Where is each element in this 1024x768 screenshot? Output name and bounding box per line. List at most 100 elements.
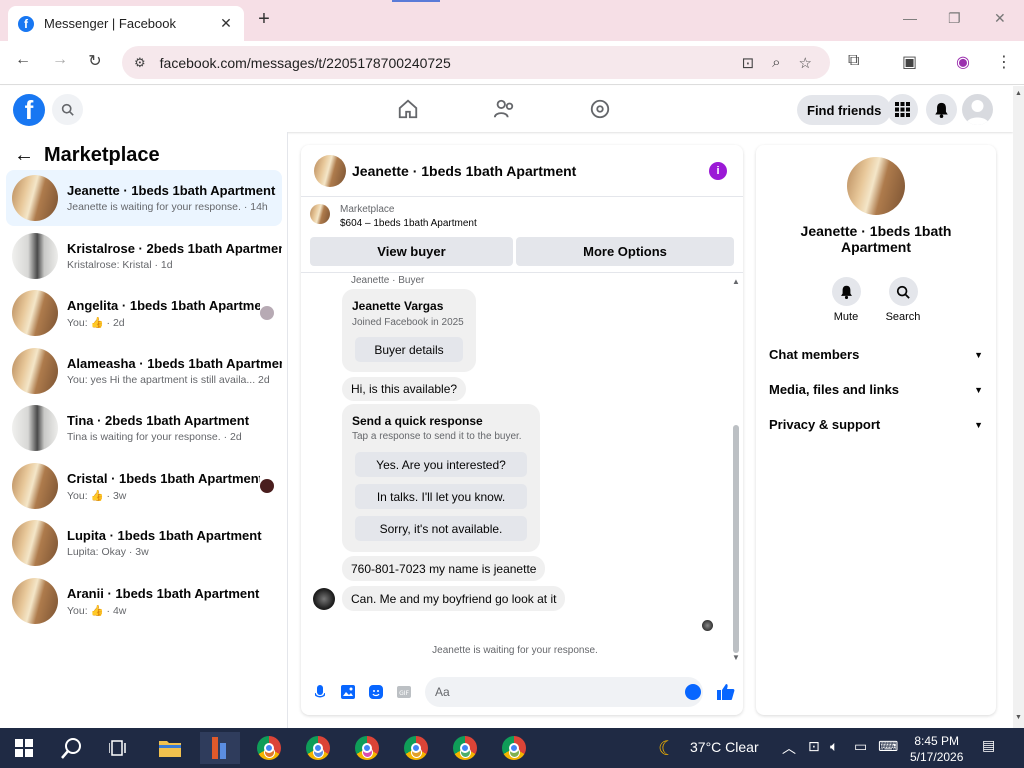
media-files-label: Media, files and links xyxy=(769,382,900,397)
tab-title: Messenger | Facebook xyxy=(44,16,176,31)
forward-icon[interactable]: → xyxy=(50,51,70,69)
site-info-icon[interactable]: ⚙ xyxy=(134,55,146,71)
extensions-icon[interactable]: ⧉ xyxy=(848,52,859,70)
browser-tab[interactable]: f Messenger | Facebook ✕ xyxy=(8,6,244,41)
chat-scrollbar[interactable]: ▲ ▼ xyxy=(732,277,740,662)
chevron-down-icon: ▼ xyxy=(974,419,983,430)
chrome-profile-icon[interactable] xyxy=(249,732,289,764)
chrome-profile-icon[interactable] xyxy=(396,732,436,764)
clock[interactable]: 8:45 PM 5/17/2026 xyxy=(910,733,963,765)
sticker-icon[interactable] xyxy=(367,683,385,701)
scroll-thumb[interactable] xyxy=(733,425,739,653)
minimize-icon[interactable]: — xyxy=(903,10,917,26)
scroll-up-arrow-icon[interactable]: ▲ xyxy=(1015,90,1022,97)
home-icon[interactable] xyxy=(397,98,419,120)
listing-thumbnail xyxy=(12,578,58,624)
weather-text[interactable]: 37°C Clear xyxy=(690,739,759,755)
chrome-profile-icon[interactable] xyxy=(347,732,387,764)
tab-search-icon[interactable]: ▣ xyxy=(902,52,917,72)
chat-title[interactable]: Jeanette · 1beds 1bath Apartment xyxy=(352,163,709,179)
close-tab-icon[interactable]: ✕ xyxy=(218,15,234,32)
back-icon[interactable]: ← xyxy=(13,51,33,69)
new-tab-icon[interactable]: + xyxy=(254,8,274,31)
quick-response-button[interactable]: Sorry, it's not available. xyxy=(355,516,527,541)
conversation-item[interactable]: Cristal · 1beds 1bath Apartment You: 👍 · … xyxy=(6,458,282,514)
quick-response-button[interactable]: Yes. Are you interested? xyxy=(355,452,527,477)
thumbs-up-icon[interactable] xyxy=(717,683,735,701)
quick-response-button[interactable]: In talks. I'll let you know. xyxy=(355,484,527,509)
scroll-up-arrow-icon[interactable]: ▲ xyxy=(732,277,740,286)
network-icon[interactable]: ▭ xyxy=(854,738,867,755)
emoji-icon[interactable] xyxy=(685,684,701,700)
gif-icon[interactable]: GIF xyxy=(395,683,413,701)
menu-grid-icon[interactable] xyxy=(887,94,918,125)
bookmark-star-icon[interactable]: ☆ xyxy=(799,54,812,72)
facebook-logo-icon[interactable]: f xyxy=(13,94,45,126)
gaming-icon[interactable] xyxy=(589,98,611,120)
menu-dots-icon[interactable]: ⋮ xyxy=(996,52,1012,72)
photo-icon[interactable] xyxy=(339,683,357,701)
zoom-icon[interactable]: ⌕ xyxy=(772,54,780,71)
info-icon[interactable]: i xyxy=(709,161,727,180)
url-text: facebook.com/messages/t/2205178700240725 xyxy=(159,54,451,71)
file-explorer-icon[interactable] xyxy=(150,732,190,764)
chat-members-row[interactable]: Chat members ▼ xyxy=(769,347,983,362)
facebook-favicon-icon: f xyxy=(18,15,34,32)
meet-icon[interactable]: ⊡ xyxy=(808,738,820,755)
search-icon[interactable] xyxy=(52,94,83,125)
account-avatar[interactable] xyxy=(962,94,993,125)
mute-action[interactable]: Mute xyxy=(816,277,876,323)
volume-icon[interactable]: 🔈︎ xyxy=(830,738,838,755)
media-files-row[interactable]: Media, files and links ▼ xyxy=(769,382,983,397)
show-hidden-icons-chevron-icon[interactable]: ︿ xyxy=(782,738,796,758)
restore-icon[interactable]: ❐ xyxy=(948,10,961,27)
profile-photo[interactable] xyxy=(847,157,905,215)
view-buyer-button[interactable]: View buyer xyxy=(310,237,513,266)
chrome-profile-icon[interactable] xyxy=(298,732,338,764)
weather-moon-icon[interactable]: ☾ xyxy=(658,736,676,761)
back-arrow-icon[interactable]: ← xyxy=(14,144,34,167)
quick-response-title: Send a quick response xyxy=(352,414,483,428)
privacy-support-row[interactable]: Privacy & support ▼ xyxy=(769,417,983,432)
profile-icon[interactable]: ◉ xyxy=(956,52,970,72)
scroll-down-arrow-icon[interactable]: ▼ xyxy=(1015,714,1022,721)
chevron-down-icon: ▼ xyxy=(974,349,983,360)
task-view-icon[interactable] xyxy=(99,732,139,764)
page-scrollbar[interactable]: ▲ ▼ xyxy=(1013,86,1024,728)
start-icon[interactable] xyxy=(4,732,44,764)
scroll-down-arrow-icon[interactable]: ▼ xyxy=(732,653,740,662)
chrome-profile-icon[interactable] xyxy=(445,732,485,764)
taskbar-search-icon[interactable] xyxy=(52,732,92,764)
pinned-app-icon[interactable] xyxy=(200,732,240,764)
reload-icon[interactable]: ↻ xyxy=(85,51,105,71)
microphone-icon[interactable] xyxy=(311,683,329,701)
conversation-item[interactable]: Alameasha · 1beds 1bath Apartment You: ye… xyxy=(6,343,282,399)
conversation-item[interactable]: Tina · 2beds 1bath Apartment Tina is wait… xyxy=(6,400,282,456)
search-action[interactable]: Search xyxy=(873,277,933,323)
bell-icon[interactable] xyxy=(831,277,861,306)
listing-thumbnail xyxy=(12,175,58,221)
keyboard-icon[interactable]: ⌨ xyxy=(878,738,898,755)
close-window-icon[interactable]: ✕ xyxy=(994,10,1006,27)
find-friends-button[interactable]: Find friends xyxy=(797,95,892,125)
notification-center-icon[interactable]: ▤ xyxy=(982,737,995,754)
sender-avatar xyxy=(313,588,335,610)
buyer-details-button[interactable]: Buyer details xyxy=(355,337,463,362)
address-bar[interactable]: ⚙ facebook.com/messages/t/22051787002407… xyxy=(122,46,830,79)
friends-icon[interactable] xyxy=(493,98,515,120)
conversation-item[interactable]: Kristalrose · 2beds 1bath Apartment Krist… xyxy=(6,228,282,284)
search-icon[interactable] xyxy=(888,277,918,306)
browser-tab-strip: f Messenger | Facebook ✕ + — ❐ ✕ xyxy=(0,0,1024,41)
more-options-button[interactable]: More Options xyxy=(516,237,734,266)
chat-avatar[interactable] xyxy=(314,154,346,187)
message-input[interactable]: Aa xyxy=(425,677,703,707)
chrome-profile-icon[interactable] xyxy=(494,732,534,764)
conversation-name: Alameasha · 1beds 1bath Apartment xyxy=(67,356,282,371)
notifications-bell-icon[interactable] xyxy=(926,94,957,125)
conversation-item[interactable]: Angelita · 1beds 1bath Apartment You: 👍 ·… xyxy=(6,285,282,341)
listing-summary[interactable]: Marketplace $604 – 1beds 1bath Apartment xyxy=(310,204,477,229)
install-app-icon[interactable]: ⊡ xyxy=(742,54,755,72)
conversation-item[interactable]: Lupita · 1beds 1bath Apartment Lupita: Ok… xyxy=(6,515,282,571)
conversation-item[interactable]: Aranii · 1beds 1bath Apartment You: 👍 · 4… xyxy=(6,573,282,629)
conversation-item[interactable]: Jeanette · 1beds 1bath Apartment Jeanette… xyxy=(6,170,282,226)
